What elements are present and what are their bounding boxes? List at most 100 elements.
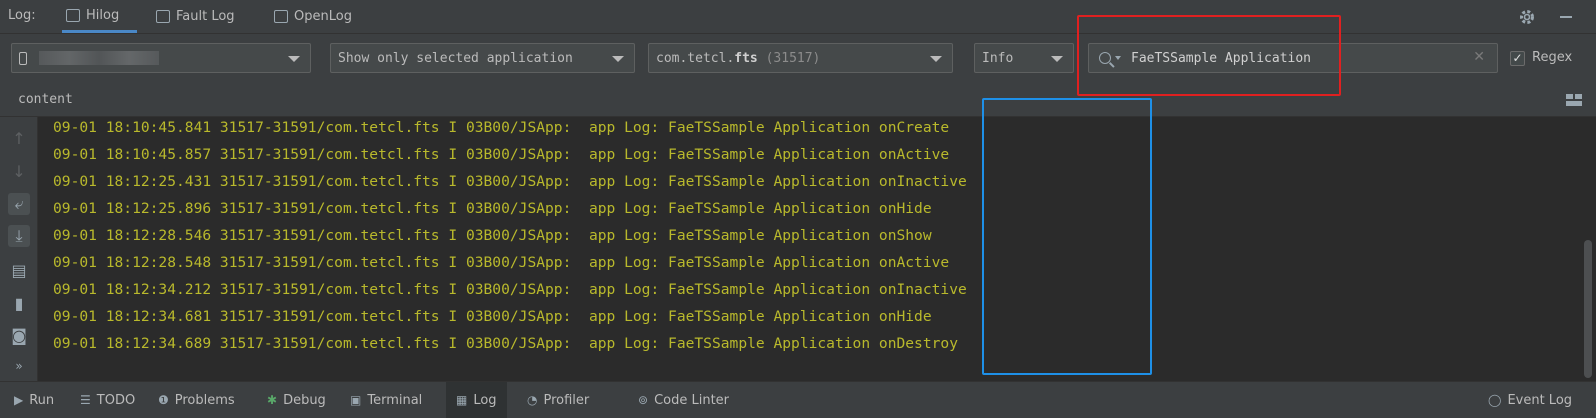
filter-mode-select[interactable]: Show only selected application <box>330 43 635 73</box>
log-line-event: onShow <box>878 227 932 244</box>
process-select[interactable]: com.tetcl. fts (31517) <box>648 43 953 73</box>
openlog-icon <box>274 10 288 23</box>
log-level-value: Info <box>982 50 1014 66</box>
tab-event-log[interactable]: ◯ Event Log <box>1488 382 1572 418</box>
log-line-prefix: 09-01 18:12:25.431 31517-31591/com.tetcl… <box>53 173 879 190</box>
log-output[interactable]: 09-01 18:10:45.841 31517-31591/com.tetcl… <box>38 117 1578 381</box>
process-package-bold: fts <box>734 50 758 66</box>
log-line: 09-01 18:12:25.431 31517-31591/com.tetcl… <box>53 173 967 190</box>
soft-wrap-icon[interactable]: ⤶ <box>8 193 30 215</box>
hilog-icon <box>66 8 80 22</box>
log-line: 09-01 18:12:34.681 31517-31591/com.tetcl… <box>53 308 932 325</box>
log-line-prefix: 09-01 18:12:34.689 31517-31591/com.tetcl… <box>53 335 879 352</box>
log-label: Log: <box>8 8 36 23</box>
log-line-event: onInactive <box>878 173 967 190</box>
tab-debug-label: Debug <box>283 392 326 408</box>
tab-profiler-label: Profiler <box>543 392 590 408</box>
print-icon[interactable]: ▤ <box>8 259 30 281</box>
scroll-down-icon[interactable]: ↓ <box>8 160 30 182</box>
run-icon: ▶ <box>14 393 24 407</box>
filter-mode-value: Show only selected application <box>338 50 573 66</box>
log-line-prefix: 09-01 18:10:45.857 31517-31591/com.tetcl… <box>53 146 879 163</box>
minimize-icon[interactable] <box>1560 16 1572 18</box>
log-line-prefix: 09-01 18:12:25.896 31517-31591/com.tetcl… <box>53 200 879 217</box>
tab-fault-log[interactable]: Fault Log <box>152 0 239 33</box>
log-line: 09-01 18:12:25.896 31517-31591/com.tetcl… <box>53 200 932 217</box>
log-line-prefix: 09-01 18:10:45.841 31517-31591/com.tetcl… <box>53 119 879 136</box>
chevron-down-icon <box>930 56 942 62</box>
fault-log-icon <box>156 10 170 23</box>
clear-log-icon[interactable]: ▮ <box>8 292 30 314</box>
terminal-icon: ▣ <box>350 393 362 407</box>
scroll-up-icon[interactable]: ↑ <box>8 127 30 149</box>
gear-icon[interactable] <box>1518 8 1536 26</box>
screenshot-icon[interactable]: ◙ <box>8 324 30 346</box>
highlight-box-search <box>1077 15 1341 96</box>
regex-label: Regex <box>1532 50 1573 65</box>
tab-code-linter[interactable]: ⊚ Code Linter <box>638 382 729 418</box>
log-line: 09-01 18:12:34.689 31517-31591/com.tetcl… <box>53 335 958 352</box>
log-line: 09-01 18:12:28.548 31517-31591/com.tetcl… <box>53 254 949 271</box>
log-line-prefix: 09-01 18:12:28.548 31517-31591/com.tetcl… <box>53 254 879 271</box>
tab-event-log-label: Event Log <box>1507 392 1573 408</box>
log-line-event: onHide <box>878 308 932 325</box>
event-log-icon: ◯ <box>1488 393 1502 407</box>
log-line: 09-01 18:10:45.841 31517-31591/com.tetcl… <box>53 119 949 136</box>
chevron-down-icon <box>612 56 624 62</box>
chevron-down-icon <box>288 56 300 62</box>
log-line: 09-01 18:12:34.212 31517-31591/com.tetcl… <box>53 281 967 298</box>
tab-problems[interactable]: ❶ Problems <box>158 382 235 418</box>
tab-debug[interactable]: ✱ Debug <box>267 382 326 418</box>
tab-terminal-label: Terminal <box>367 392 423 408</box>
tab-log-label: Log <box>473 392 497 408</box>
log-column-header: content <box>0 84 1596 117</box>
filter-toolbar: Show only selected application com.tetcl… <box>0 34 1596 84</box>
columns-icon[interactable] <box>1566 94 1582 106</box>
profiler-icon: ◔ <box>527 393 538 407</box>
tab-profiler[interactable]: ◔ Profiler <box>527 382 589 418</box>
device-select[interactable] <box>11 43 311 73</box>
tab-hilog[interactable]: Hilog <box>62 0 137 33</box>
tab-todo[interactable]: ☰ TODO <box>80 382 135 418</box>
process-pid: (31517) <box>765 50 821 66</box>
highlight-box-events <box>982 98 1152 375</box>
regex-checkbox[interactable]: ✓ <box>1510 51 1525 66</box>
tab-todo-label: TODO <box>96 392 136 408</box>
debug-icon: ✱ <box>267 393 278 407</box>
tab-run[interactable]: ▶ Run <box>14 382 54 418</box>
problems-icon: ❶ <box>158 393 169 407</box>
clear-search-icon[interactable]: ✕ <box>1473 49 1485 65</box>
log-level-select[interactable]: Info <box>974 43 1074 73</box>
chevron-down-icon <box>1051 56 1063 62</box>
todo-icon: ☰ <box>80 393 91 407</box>
tab-hilog-label: Hilog <box>86 7 120 23</box>
tab-openlog[interactable]: OpenLog <box>270 0 356 33</box>
more-icon[interactable]: » <box>8 355 30 377</box>
content-column-label: content <box>18 92 73 107</box>
log-scrollbar[interactable] <box>1584 240 1592 378</box>
process-package: com.tetcl. <box>656 50 735 66</box>
log-icon: ▦ <box>456 393 468 407</box>
log-line-prefix: 09-01 18:12:34.681 31517-31591/com.tetcl… <box>53 308 879 325</box>
log-line: 09-01 18:10:45.857 31517-31591/com.tetcl… <box>53 146 949 163</box>
log-line-event: onCreate <box>878 119 950 136</box>
tab-openlog-label: OpenLog <box>294 9 352 24</box>
log-side-toolbar: ↑ ↓ ⤶ ⤓ ▤ ▮ ◙ » <box>0 117 38 381</box>
log-line: 09-01 18:12:28.546 31517-31591/com.tetcl… <box>53 227 932 244</box>
code-linter-icon: ⊚ <box>638 393 649 407</box>
tab-run-label: Run <box>29 392 55 408</box>
log-line-prefix: 09-01 18:12:34.212 31517-31591/com.tetcl… <box>53 281 879 298</box>
log-line-event: onDestroy <box>878 335 958 352</box>
log-line-event: onHide <box>878 200 932 217</box>
log-line-prefix: 09-01 18:12:28.546 31517-31591/com.tetcl… <box>53 227 879 244</box>
tab-code-linter-label: Code Linter <box>654 392 730 408</box>
log-line-event: onActive <box>878 254 950 271</box>
tab-log[interactable]: ▦ Log <box>446 382 507 418</box>
log-line-event: onInactive <box>878 281 967 298</box>
tab-fault-log-label: Fault Log <box>176 9 235 24</box>
phone-icon <box>19 51 27 65</box>
scroll-to-end-icon[interactable]: ⤓ <box>8 225 30 247</box>
tab-terminal[interactable]: ▣ Terminal <box>350 382 422 418</box>
log-line-event: onActive <box>878 146 950 163</box>
log-tool-window-header: Log: Hilog Fault Log OpenLog <box>0 0 1596 34</box>
